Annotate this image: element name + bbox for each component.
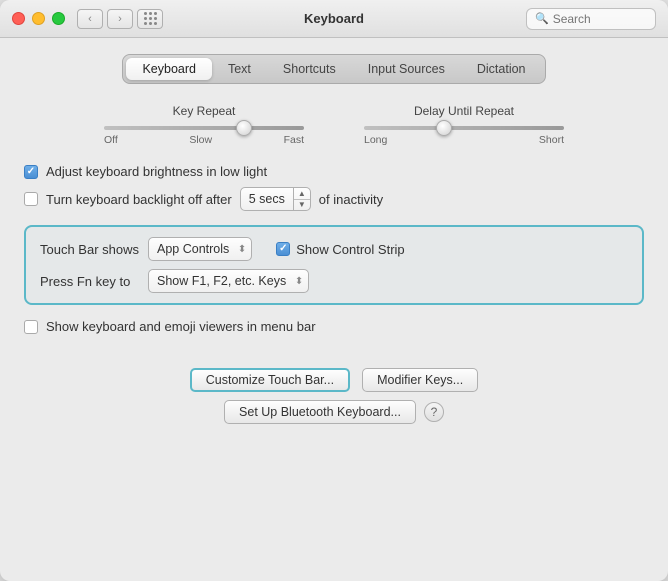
touchbar-show-label: Touch Bar shows — [40, 242, 140, 257]
key-repeat-thumb[interactable] — [236, 120, 252, 136]
key-repeat-group: Key Repeat Off Slow Fast — [104, 104, 304, 146]
fn-key-row: Press Fn key to Show F1, F2, etc. Keys — [40, 269, 628, 293]
sliders-row: Key Repeat Off Slow Fast Delay Until Rep… — [24, 104, 644, 146]
tab-input-sources[interactable]: Input Sources — [352, 58, 461, 80]
emoji-checkbox[interactable] — [24, 320, 38, 334]
tab-dictation[interactable]: Dictation — [461, 58, 542, 80]
show-control-strip-label: Show Control Strip — [296, 242, 404, 257]
inactivity-stepper[interactable]: 5 secs ▲ ▼ — [240, 187, 311, 211]
modifier-keys-button[interactable]: Modifier Keys... — [362, 368, 478, 392]
tab-keyboard[interactable]: Keyboard — [126, 58, 212, 80]
backlight-row: Turn keyboard backlight off after 5 secs… — [24, 187, 644, 211]
back-button[interactable]: ‹ — [77, 9, 103, 29]
backlight-checkbox[interactable] — [24, 192, 38, 206]
stepper-down-button[interactable]: ▼ — [294, 200, 310, 211]
touchbar-section: Touch Bar shows App Controls Show Contro… — [24, 225, 644, 305]
tab-bar: Keyboard Text Shortcuts Input Sources Di… — [122, 54, 545, 84]
customize-touch-bar-button[interactable]: Customize Touch Bar... — [190, 368, 350, 392]
key-repeat-label: Key Repeat — [173, 104, 236, 118]
key-repeat-track[interactable] — [104, 126, 304, 130]
key-repeat-ends: Off Slow Fast — [104, 134, 304, 146]
grid-button[interactable] — [137, 9, 163, 29]
delay-label: Delay Until Repeat — [414, 104, 514, 118]
touchbar-show-row: Touch Bar shows App Controls Show Contro… — [40, 237, 628, 261]
options-section: Adjust keyboard brightness in low light … — [24, 164, 644, 211]
tab-shortcuts[interactable]: Shortcuts — [267, 58, 352, 80]
touchbar-show-select[interactable]: App Controls — [148, 237, 252, 261]
delay-long-label: Long — [364, 134, 387, 146]
keyboard-window: ‹ › Keyboard 🔍 Keyboard Text Shortcuts I… — [0, 0, 668, 581]
touchbar-show-value: App Controls — [157, 242, 229, 256]
traffic-lights — [12, 12, 65, 25]
search-input[interactable] — [553, 12, 647, 26]
forward-button[interactable]: › — [107, 9, 133, 29]
brightness-row: Adjust keyboard brightness in low light — [24, 164, 644, 179]
fn-key-label: Press Fn key to — [40, 274, 140, 289]
delay-short-label: Short — [539, 134, 564, 146]
search-icon: 🔍 — [535, 12, 549, 25]
delay-thumb[interactable] — [436, 120, 452, 136]
backlight-suffix: of inactivity — [319, 192, 383, 207]
close-button[interactable] — [12, 12, 25, 25]
stepper-up-button[interactable]: ▲ — [294, 188, 310, 200]
brightness-label: Adjust keyboard brightness in low light — [46, 164, 267, 179]
backlight-label: Turn keyboard backlight off after — [46, 192, 232, 207]
main-buttons-row: Customize Touch Bar... Modifier Keys... — [190, 368, 478, 392]
fn-key-select[interactable]: Show F1, F2, etc. Keys — [148, 269, 309, 293]
content-area: Keyboard Text Shortcuts Input Sources Di… — [0, 38, 668, 581]
key-repeat-fast-label: Fast — [284, 134, 304, 146]
bluetooth-keyboard-button[interactable]: Set Up Bluetooth Keyboard... — [224, 400, 416, 424]
search-box[interactable]: 🔍 — [526, 8, 656, 30]
emoji-row: Show keyboard and emoji viewers in menu … — [24, 319, 644, 334]
stepper-arrows[interactable]: ▲ ▼ — [294, 188, 310, 210]
fn-key-value: Show F1, F2, etc. Keys — [157, 274, 286, 288]
show-control-strip-checkbox[interactable] — [276, 242, 290, 256]
titlebar: ‹ › Keyboard 🔍 — [0, 0, 668, 38]
delay-track[interactable] — [364, 126, 564, 130]
brightness-checkbox[interactable] — [24, 165, 38, 179]
window-title: Keyboard — [304, 11, 364, 26]
emoji-label: Show keyboard and emoji viewers in menu … — [46, 319, 316, 334]
delay-group: Delay Until Repeat Long Short — [364, 104, 564, 146]
stepper-value: 5 secs — [241, 188, 294, 210]
nav-buttons: ‹ › — [77, 9, 133, 29]
help-button[interactable]: ? — [424, 402, 444, 422]
maximize-button[interactable] — [52, 12, 65, 25]
delay-ends: Long Short — [364, 134, 564, 146]
key-repeat-off-label: Off — [104, 134, 118, 146]
minimize-button[interactable] — [32, 12, 45, 25]
key-repeat-slow-label: Slow — [189, 134, 212, 146]
last-row: Set Up Bluetooth Keyboard... ? — [224, 400, 444, 424]
tab-text[interactable]: Text — [212, 58, 267, 80]
